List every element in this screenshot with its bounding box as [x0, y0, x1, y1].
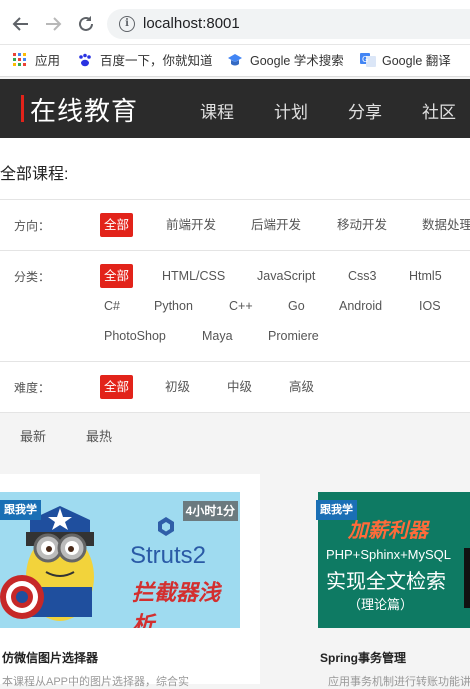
bookmark-label: Google 学术搜索: [250, 54, 344, 68]
difficulty-all[interactable]: 全部: [100, 375, 134, 399]
direction-backend[interactable]: 后端开发: [251, 213, 301, 237]
category-javascript[interactable]: JavaScript: [257, 264, 315, 288]
bookmark-label: 应用: [35, 54, 61, 68]
category-html-css[interactable]: HTML/CSS: [162, 264, 225, 288]
address-bar[interactable]: i localhost:8001: [107, 9, 470, 39]
course-tag: 跟我学: [316, 500, 357, 520]
category-premiere[interactable]: Promiere: [268, 324, 319, 348]
back-arrow-icon[interactable]: [10, 13, 32, 35]
category-css3[interactable]: Css3: [348, 264, 376, 288]
browser-toolbar: i localhost:8001: [0, 0, 470, 45]
difficulty-intermediate[interactable]: 中级: [227, 375, 252, 399]
course-card[interactable]: Struts2 拦截器浅析 4小时1分 跟我学 仿微信图片选择器 本课程从APP…: [0, 474, 260, 688]
bookmark-translate[interactable]: G Google 翻译: [360, 52, 451, 70]
page-title: 全部课程:: [0, 166, 69, 183]
bookmark-scholar[interactable]: Google 学术搜索: [228, 52, 344, 70]
category-csharp[interactable]: C#: [104, 294, 120, 318]
difficulty-beginner[interactable]: 初级: [165, 375, 190, 399]
device-edge: [464, 548, 470, 608]
cover-line-4: （理论篇）: [348, 597, 414, 612]
site-logo[interactable]: 在线教育: [30, 91, 138, 128]
nav-plans[interactable]: 计划: [274, 98, 308, 123]
direction-frontend[interactable]: 前端开发: [166, 213, 216, 237]
cover-subtitle: PHP+Sphinx+MySQL: [326, 547, 452, 562]
logo-accent-bar: [21, 95, 24, 122]
cover-title: Struts2: [130, 542, 207, 569]
difficulty-label: 难度：: [14, 381, 51, 395]
course-tag: 跟我学: [0, 500, 41, 520]
category-all[interactable]: 全部: [100, 264, 134, 288]
category-label: 分类：: [14, 270, 51, 284]
course-desc: 本课程从APP中的图片选择器，综合实: [2, 676, 190, 688]
translate-icon: G: [360, 53, 376, 67]
baidu-paw-icon: [78, 53, 92, 67]
difficulty-advanced[interactable]: 高级: [289, 375, 314, 399]
course-desc: 应用事务机制进行转账功能讲: [328, 676, 470, 688]
divider: [0, 250, 470, 251]
category-photoshop[interactable]: PhotoShop: [104, 324, 166, 348]
site-header: 在线教育 课程 计划 分享 社区: [0, 79, 470, 138]
category-cpp[interactable]: C++: [229, 294, 253, 318]
sort-newest[interactable]: 最新: [20, 426, 46, 445]
category-android[interactable]: Android: [339, 294, 382, 318]
sort-hottest[interactable]: 最热: [86, 426, 112, 445]
bookmark-label: 百度一下，你就知道: [100, 54, 213, 68]
cover-line-3: 实现全文检索: [326, 571, 446, 593]
direction-all[interactable]: 全部: [100, 213, 134, 237]
category-go[interactable]: Go: [288, 294, 305, 318]
struts-logo-icon: [158, 517, 174, 536]
divider: [0, 361, 470, 362]
category-ios[interactable]: IOS: [419, 294, 441, 318]
category-maya[interactable]: Maya: [202, 324, 233, 348]
reload-icon[interactable]: [75, 13, 97, 35]
info-icon[interactable]: i: [119, 16, 135, 32]
url-text[interactable]: localhost:8001: [143, 15, 240, 32]
category-python[interactable]: Python: [154, 294, 193, 318]
bookmark-baidu[interactable]: 百度一下，你就知道: [78, 52, 213, 70]
course-card[interactable]: 加薪利器 PHP+Sphinx+MySQL 实现全文检索 （理论篇） 跟我学 S…: [298, 474, 470, 688]
forward-arrow-icon[interactable]: [42, 13, 64, 35]
nav-community[interactable]: 社区: [422, 98, 456, 123]
duration-badge: 4小时1分: [182, 501, 238, 521]
category-html5[interactable]: Html5: [409, 264, 442, 288]
course-title[interactable]: Spring事务管理: [320, 649, 406, 666]
course-title[interactable]: 仿微信图片选择器: [2, 649, 98, 666]
direction-data[interactable]: 数据处理: [422, 213, 470, 237]
nav-share[interactable]: 分享: [348, 98, 382, 123]
cover-title: 加薪利器: [348, 520, 428, 542]
cover-subtitle: 拦截器浅析: [132, 580, 221, 628]
nav-courses[interactable]: 课程: [200, 98, 234, 123]
direction-mobile[interactable]: 移动开发: [337, 213, 387, 237]
direction-label: 方向：: [14, 219, 51, 233]
svg-text:G: G: [362, 55, 368, 64]
scholar-cap-icon: [228, 53, 242, 67]
bookmarks-bar: 应用 百度一下，你就知道 Google 学术搜索 G Google 翻译: [0, 45, 470, 77]
course-filter-panel: 全部课程: 方向： 全部 前端开发 后端开发 移动开发 数据处理 分类： 全部 …: [0, 138, 470, 443]
sort-bar: 最新 最热: [0, 412, 470, 452]
apps-grid-icon: [13, 53, 27, 67]
divider: [0, 199, 470, 200]
bookmark-label: Google 翻译: [382, 54, 451, 68]
bookmark-apps[interactable]: 应用: [13, 52, 60, 70]
